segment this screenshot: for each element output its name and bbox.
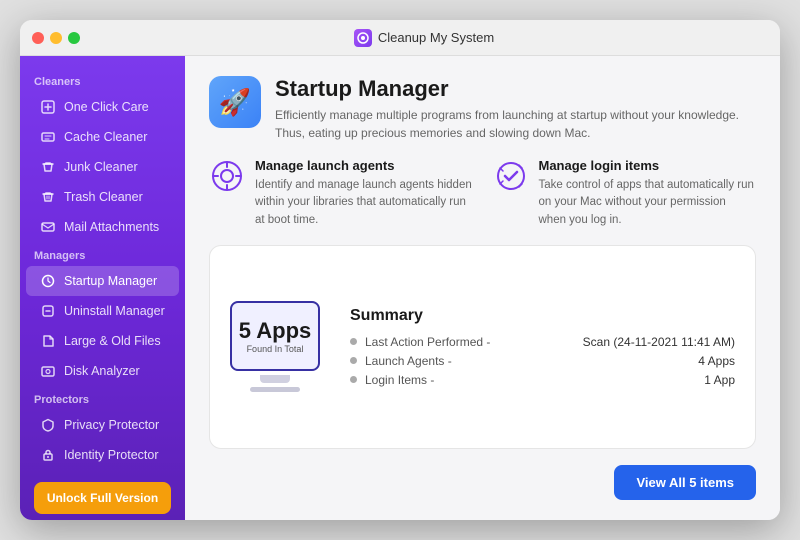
- feature-login-items-text: Manage login items Take control of apps …: [539, 158, 757, 229]
- sidebar-item-cache-cleaner[interactable]: Cache Cleaner: [26, 122, 179, 152]
- main-panel: 🚀 Startup Manager Efficiently manage mul…: [185, 56, 780, 520]
- launch-agents-icon: [209, 158, 245, 194]
- startup-manager-label: Startup Manager: [64, 274, 157, 288]
- privacy-protector-icon: [40, 417, 56, 433]
- monitor-count: 5 Apps: [239, 318, 312, 344]
- feature-login-items: Manage login items Take control of apps …: [493, 158, 757, 229]
- unlock-full-version-button[interactable]: Unlock Full Version: [34, 482, 171, 514]
- app-window: Cleanup My System Cleaners One Click Car…: [20, 20, 780, 520]
- cleaners-section-label: Cleaners: [20, 68, 185, 92]
- one-click-care-icon: [40, 99, 56, 115]
- uninstall-manager-icon: [40, 303, 56, 319]
- app-title: Cleanup My System: [378, 30, 494, 45]
- summary-dot-1: [350, 338, 357, 345]
- sidebar-item-large-old-files[interactable]: Large & Old Files: [26, 326, 179, 356]
- panel-title: Startup Manager: [275, 76, 755, 102]
- row1-value: Scan (24-11-2021 11:41 AM): [583, 335, 735, 349]
- summary-visual: 5 Apps Found In Total: [230, 301, 320, 392]
- maximize-button[interactable]: [68, 32, 80, 44]
- sidebar-item-trash-cleaner[interactable]: Trash Cleaner: [26, 182, 179, 212]
- app-icon: [354, 29, 372, 47]
- disk-analyzer-label: Disk Analyzer: [64, 364, 140, 378]
- summary-rows: Last Action Performed - Scan (24-11-2021…: [350, 335, 735, 387]
- large-old-files-label: Large & Old Files: [64, 334, 161, 348]
- login-items-icon: [493, 158, 529, 194]
- titlebar: Cleanup My System: [20, 20, 780, 56]
- summary-dot-3: [350, 376, 357, 383]
- feature2-desc: Take control of apps that automatically …: [539, 177, 757, 229]
- feature-launch-agents-text: Manage launch agents Identify and manage…: [255, 158, 473, 229]
- sidebar-item-disk-analyzer[interactable]: Disk Analyzer: [26, 356, 179, 386]
- sidebar-item-mail-attachments[interactable]: Mail Attachments: [26, 212, 179, 242]
- sidebar-item-startup-manager[interactable]: Startup Manager: [26, 266, 179, 296]
- row3-value: 1 App: [704, 373, 735, 387]
- sidebar-bottom: Unlock Full Version: [20, 470, 185, 520]
- close-button[interactable]: [32, 32, 44, 44]
- startup-manager-header-icon: 🚀: [209, 76, 261, 128]
- protectors-section-label: Protectors: [20, 386, 185, 410]
- summary-row-login-items: Login Items - 1 App: [350, 373, 735, 387]
- summary-row-launch-agents: Launch Agents - 4 Apps: [350, 354, 735, 368]
- view-all-button[interactable]: View All 5 items: [614, 465, 756, 500]
- uninstall-manager-label: Uninstall Manager: [64, 304, 165, 318]
- managers-section-label: Managers: [20, 242, 185, 266]
- summary-info: Summary Last Action Performed - Scan (24…: [350, 307, 735, 387]
- large-files-icon: [40, 333, 56, 349]
- summary-card: 5 Apps Found In Total Summary Last Actio…: [209, 245, 756, 449]
- monitor-base: [250, 387, 300, 392]
- privacy-protector-label: Privacy Protector: [64, 418, 159, 432]
- trash-cleaner-icon: [40, 189, 56, 205]
- feature-launch-agents: Manage launch agents Identify and manage…: [209, 158, 473, 229]
- summary-row-last-action: Last Action Performed - Scan (24-11-2021…: [350, 335, 735, 349]
- mail-attachments-label: Mail Attachments: [64, 220, 159, 234]
- feature1-desc: Identify and manage launch agents hidden…: [255, 177, 473, 229]
- titlebar-center: Cleanup My System: [80, 29, 768, 47]
- monitor-stand: [260, 375, 290, 383]
- sidebar-item-one-click-care[interactable]: One Click Care: [26, 92, 179, 122]
- identity-protector-icon: [40, 447, 56, 463]
- identity-protector-label: Identity Protector: [64, 448, 159, 462]
- traffic-lights: [32, 32, 80, 44]
- feature2-title: Manage login items: [539, 158, 757, 173]
- feature1-title: Manage launch agents: [255, 158, 473, 173]
- disk-analyzer-icon: [40, 363, 56, 379]
- sidebar-item-junk-cleaner[interactable]: Junk Cleaner: [26, 152, 179, 182]
- row1-label: Last Action Performed -: [365, 335, 575, 349]
- panel-footer: View All 5 items: [209, 465, 756, 500]
- panel-description: Efficiently manage multiple programs fro…: [275, 106, 755, 142]
- sidebar: Cleaners One Click Care Cache: [20, 56, 185, 520]
- trash-cleaner-label: Trash Cleaner: [64, 190, 143, 204]
- summary-title: Summary: [350, 307, 735, 325]
- row2-label: Launch Agents -: [365, 354, 690, 368]
- monitor-label: Found In Total: [247, 344, 304, 356]
- mail-icon: [40, 219, 56, 235]
- sidebar-item-identity-protector[interactable]: Identity Protector: [26, 440, 179, 470]
- sidebar-item-uninstall-manager[interactable]: Uninstall Manager: [26, 296, 179, 326]
- monitor-display: 5 Apps Found In Total: [230, 301, 320, 371]
- features-row: Manage launch agents Identify and manage…: [209, 158, 756, 229]
- cache-cleaner-icon: [40, 129, 56, 145]
- junk-cleaner-icon: [40, 159, 56, 175]
- junk-cleaner-label: Junk Cleaner: [64, 160, 138, 174]
- startup-manager-icon: [40, 273, 56, 289]
- main-content: Cleaners One Click Care Cache: [20, 56, 780, 520]
- cache-cleaner-label: Cache Cleaner: [64, 130, 147, 144]
- minimize-button[interactable]: [50, 32, 62, 44]
- row2-value: 4 Apps: [698, 354, 735, 368]
- summary-dot-2: [350, 357, 357, 364]
- sidebar-item-privacy-protector[interactable]: Privacy Protector: [26, 410, 179, 440]
- panel-header-text: Startup Manager Efficiently manage multi…: [275, 76, 755, 142]
- panel-header: 🚀 Startup Manager Efficiently manage mul…: [209, 76, 756, 142]
- row3-label: Login Items -: [365, 373, 696, 387]
- one-click-care-label: One Click Care: [64, 100, 149, 114]
